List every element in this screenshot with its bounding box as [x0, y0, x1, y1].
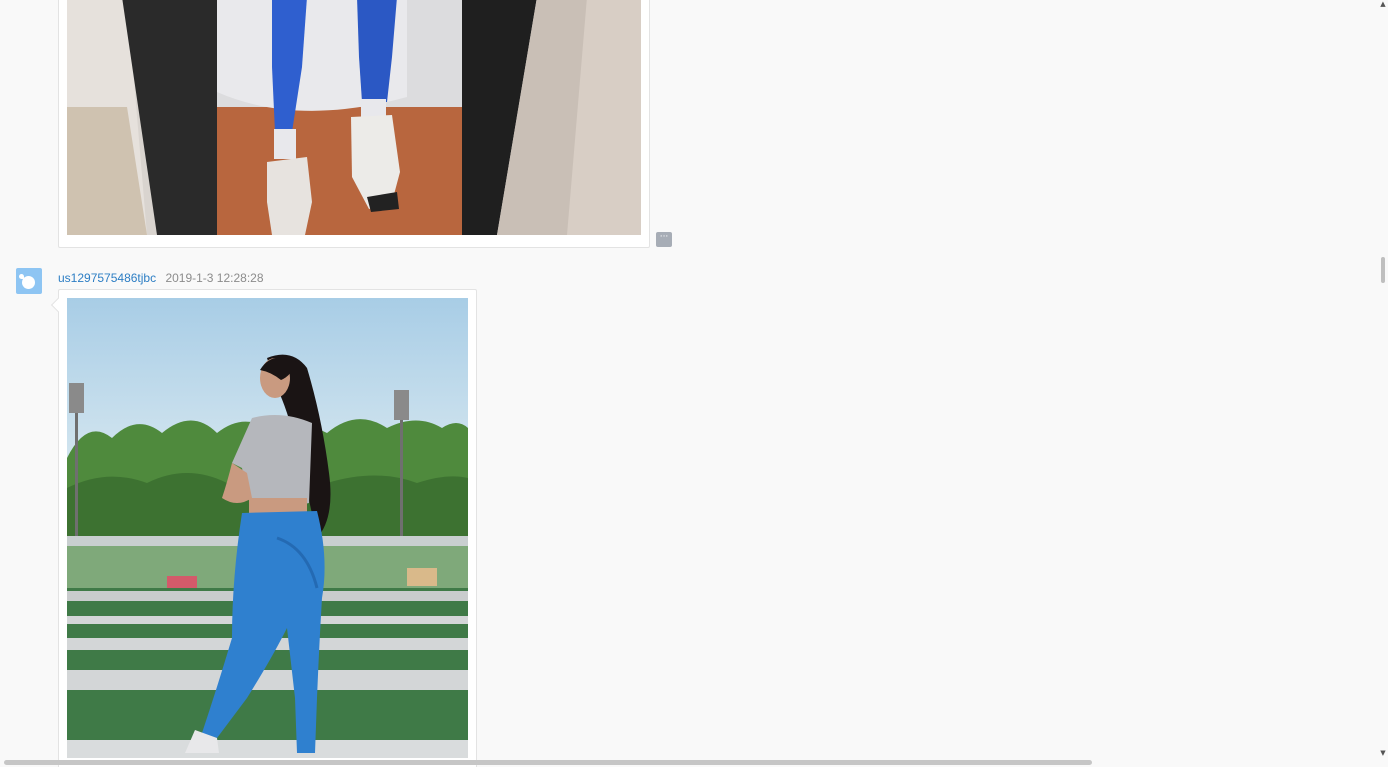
scroll-up-icon[interactable]: ▲	[1379, 0, 1387, 8]
message-timestamp: 2019-1-3 12:28:28	[165, 271, 264, 285]
more-options-button[interactable]: ···	[656, 232, 672, 247]
message-image[interactable]	[67, 0, 641, 235]
message-username[interactable]: us1297575486tjbc	[58, 271, 156, 285]
message-header: us1297575486tjbc 2019-1-3 12:28:28	[58, 270, 264, 286]
stadium-photo	[67, 298, 468, 758]
horizontal-scrollbar[interactable]	[0, 758, 1388, 767]
chat-viewport: ··· us1297575486tjbc 2019-1-3 12:28:28 ▲…	[0, 0, 1388, 767]
bubble-tail	[50, 297, 66, 313]
more-icon: ···	[659, 232, 669, 242]
scroll-down-icon[interactable]: ▼	[1379, 749, 1387, 757]
message-bubble	[50, 289, 477, 767]
vertical-scrollbar[interactable]: ▲ ▼	[1378, 0, 1388, 758]
mirror-selfie-photo	[67, 0, 641, 235]
user-avatar[interactable]	[16, 268, 42, 294]
horizontal-scroll-thumb[interactable]	[4, 760, 1092, 765]
message-image[interactable]	[67, 298, 468, 758]
message-bubble	[58, 0, 650, 248]
vertical-scroll-thumb[interactable]	[1381, 257, 1385, 283]
avatar-icon-notch	[19, 274, 24, 279]
